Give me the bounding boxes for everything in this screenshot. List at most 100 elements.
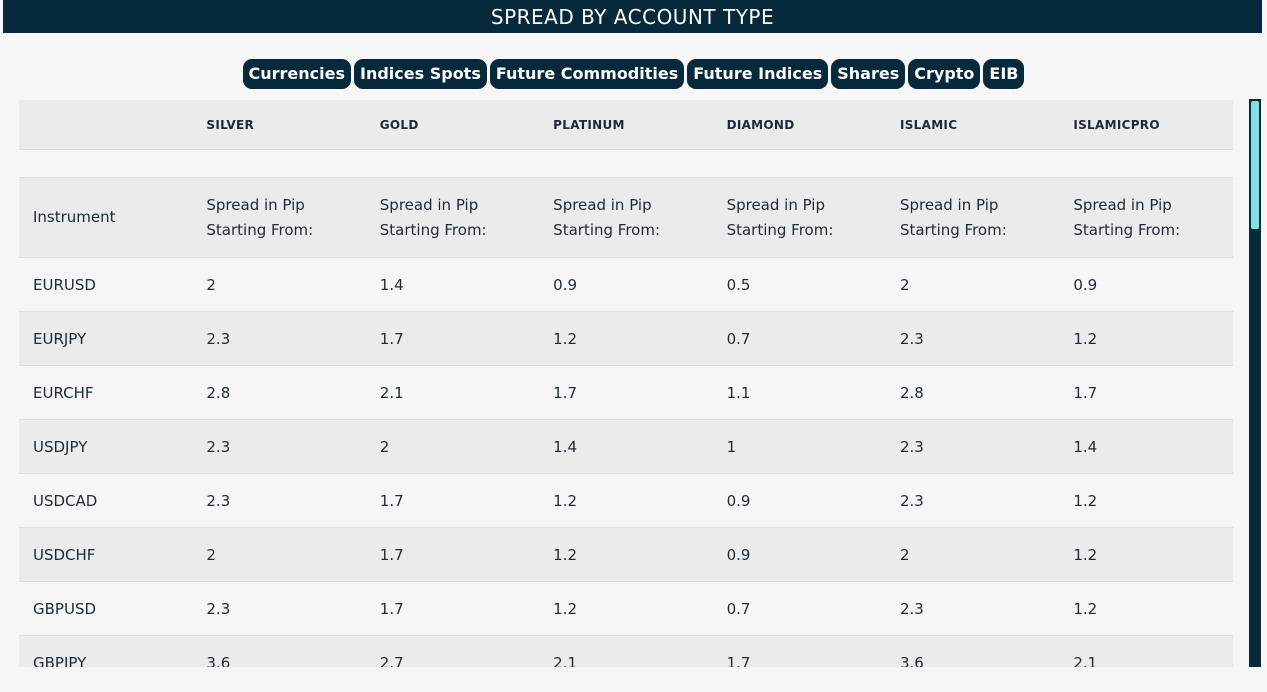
instrument-cell: EURJPY [33,329,87,348]
spread-cell: 2.8 [899,383,924,402]
account-type-gold: GOLD [379,117,419,132]
spread-cell: 0.9 [726,491,751,510]
spread-cell: 2 [899,275,910,294]
spread-table: SILVER GOLD PLATINUM DIAMOND ISLAMIC ISL… [19,100,1233,667]
spread-cell: 2.3 [206,329,231,348]
spread-cell: 2 [206,545,216,564]
spread-cell: 2.7 [379,653,404,668]
spread-label-line1: Spread in Pip [206,195,305,214]
spread-cell: 1.7 [1073,383,1098,402]
spread-cell: 2 [206,275,216,294]
tab-indices-spots[interactable]: Indices Spots [354,59,487,89]
spread-label-line2: Starting From: [726,220,834,239]
spread-column-header: Spread in Pip Starting From: [192,178,365,257]
spread-cell: 1.7 [379,491,404,510]
spread-cell: 2.3 [206,437,231,456]
scrollbar-thumb[interactable] [1251,101,1259,229]
tab-eib[interactable]: EIB [983,59,1025,89]
instrument-cell: USDCHF [33,545,96,564]
spread-cell: 2.8 [206,383,231,402]
account-type-diamond: DIAMOND [726,117,795,132]
spread-cell: 1.4 [379,275,404,294]
page-title: SPREAD BY ACCOUNT TYPE [490,4,775,29]
spread-cell: 2.1 [1073,653,1098,668]
spread-cell: 1.7 [553,383,578,402]
spread-cell: 1.2 [1073,545,1098,564]
spread-cell: 2.3 [899,599,924,618]
spread-cell: 2.3 [206,599,231,618]
spread-label-line1: Spread in Pip [379,195,479,214]
spread-label-line2: Starting From: [899,220,1007,239]
instrument-cell: EURUSD [33,275,96,294]
tab-future-commodities[interactable]: Future Commodities [489,59,685,89]
spread-label-line2: Starting From: [1073,220,1181,239]
account-type-islamicpro: ISLAMICPRO [1073,117,1160,132]
spread-cell: 3.6 [206,653,231,668]
tab-future-indices[interactable]: Future Indices [687,59,829,89]
spread-cell: 2 [379,437,390,456]
spread-cell: 1 [726,437,737,456]
spread-cell: 0.9 [1073,275,1098,294]
spread-cell: 1.7 [379,545,404,564]
spread-cell: 0.9 [553,275,578,294]
table-row: USDCHF 2 1.7 1.2 0.9 2 1.2 [19,528,1233,582]
instrument-column-header: Instrument [33,208,116,226]
spread-column-header: Spread in Pip Starting From: [539,178,712,257]
spread-column-header: Spread in Pip Starting From: [1059,178,1232,257]
spread-cell: 2.3 [206,491,231,510]
spread-cell: 3.6 [899,653,924,668]
spread-cell: 1.4 [1073,437,1098,456]
spread-cell: 1.7 [379,329,404,348]
spread-cell: 0.9 [726,545,751,564]
table-spacer-row [19,150,1233,178]
table-row: USDCAD 2.3 1.7 1.2 0.9 2.3 1.2 [19,474,1233,528]
account-type-islamic: ISLAMIC [899,117,958,132]
table-row: EURCHF 2.8 2.1 1.7 1.1 2.8 1.7 [19,366,1233,420]
spread-cell: 2 [899,545,910,564]
account-type-header-row: SILVER GOLD PLATINUM DIAMOND ISLAMIC ISL… [19,100,1233,150]
spread-cell: 1.4 [553,437,578,456]
spread-cell: 1.2 [1073,491,1098,510]
account-type-platinum: PLATINUM [553,117,625,132]
spread-label-line1: Spread in Pip [899,195,999,214]
instrument-cell: GBPJPY [33,653,87,668]
instrument-cell: USDJPY [33,437,88,456]
spread-cell: 0.5 [726,275,751,294]
spread-cell: 1.2 [553,329,578,348]
spread-label-line2: Starting From: [206,220,314,239]
tab-crypto[interactable]: Crypto [908,59,981,89]
instrument-cell: GBPUSD [33,599,97,618]
spread-column-header: Spread in Pip Starting From: [886,178,1059,257]
instrument-cell: EURCHF [33,383,94,402]
table-row: GBPUSD 2.3 1.7 1.2 0.7 2.3 1.2 [19,582,1233,636]
table-row: EURJPY 2.3 1.7 1.2 0.7 2.3 1.2 [19,312,1233,366]
spread-cell: 1.2 [553,599,578,618]
spread-label-line2: Starting From: [379,220,487,239]
spread-cell: 1.7 [726,653,751,668]
column-label-row: Instrument Spread in Pip Starting From: S… [19,178,1233,258]
spread-cell: 2.1 [553,653,578,668]
spread-cell: 2.3 [899,437,924,456]
spread-cell: 1.1 [726,383,751,402]
spread-cell: 1.2 [1073,329,1098,348]
tab-shares[interactable]: Shares [831,59,906,89]
spread-cell: 2.1 [379,383,404,402]
spread-cell: 1.2 [1073,599,1098,618]
spread-label-line2: Starting From: [553,220,660,239]
instrument-cell: USDCAD [33,491,98,510]
spread-column-header: Spread in Pip Starting From: [713,178,886,257]
spread-label-line1: Spread in Pip [553,195,652,214]
spread-cell: 2.3 [899,491,924,510]
account-type-silver: SILVER [206,117,255,132]
spread-column-header: Spread in Pip Starting From: [366,178,539,257]
category-tabs: Currencies Indices Spots Future Commodit… [0,59,1267,89]
table-row: EURUSD 2 1.4 0.9 0.5 2 0.9 [19,258,1233,312]
spread-cell: 1.2 [553,491,578,510]
table-row: USDJPY 2.3 2 1.4 1 2.3 1.4 [19,420,1233,474]
table-row: GBPJPY 3.6 2.7 2.1 1.7 3.6 2.1 [19,636,1233,667]
account-type-header-empty [19,100,192,149]
spread-cell: 0.7 [726,599,751,618]
tab-currencies[interactable]: Currencies [242,59,351,89]
spread-cell: 1.2 [553,545,578,564]
spread-label-line1: Spread in Pip [1073,195,1172,214]
